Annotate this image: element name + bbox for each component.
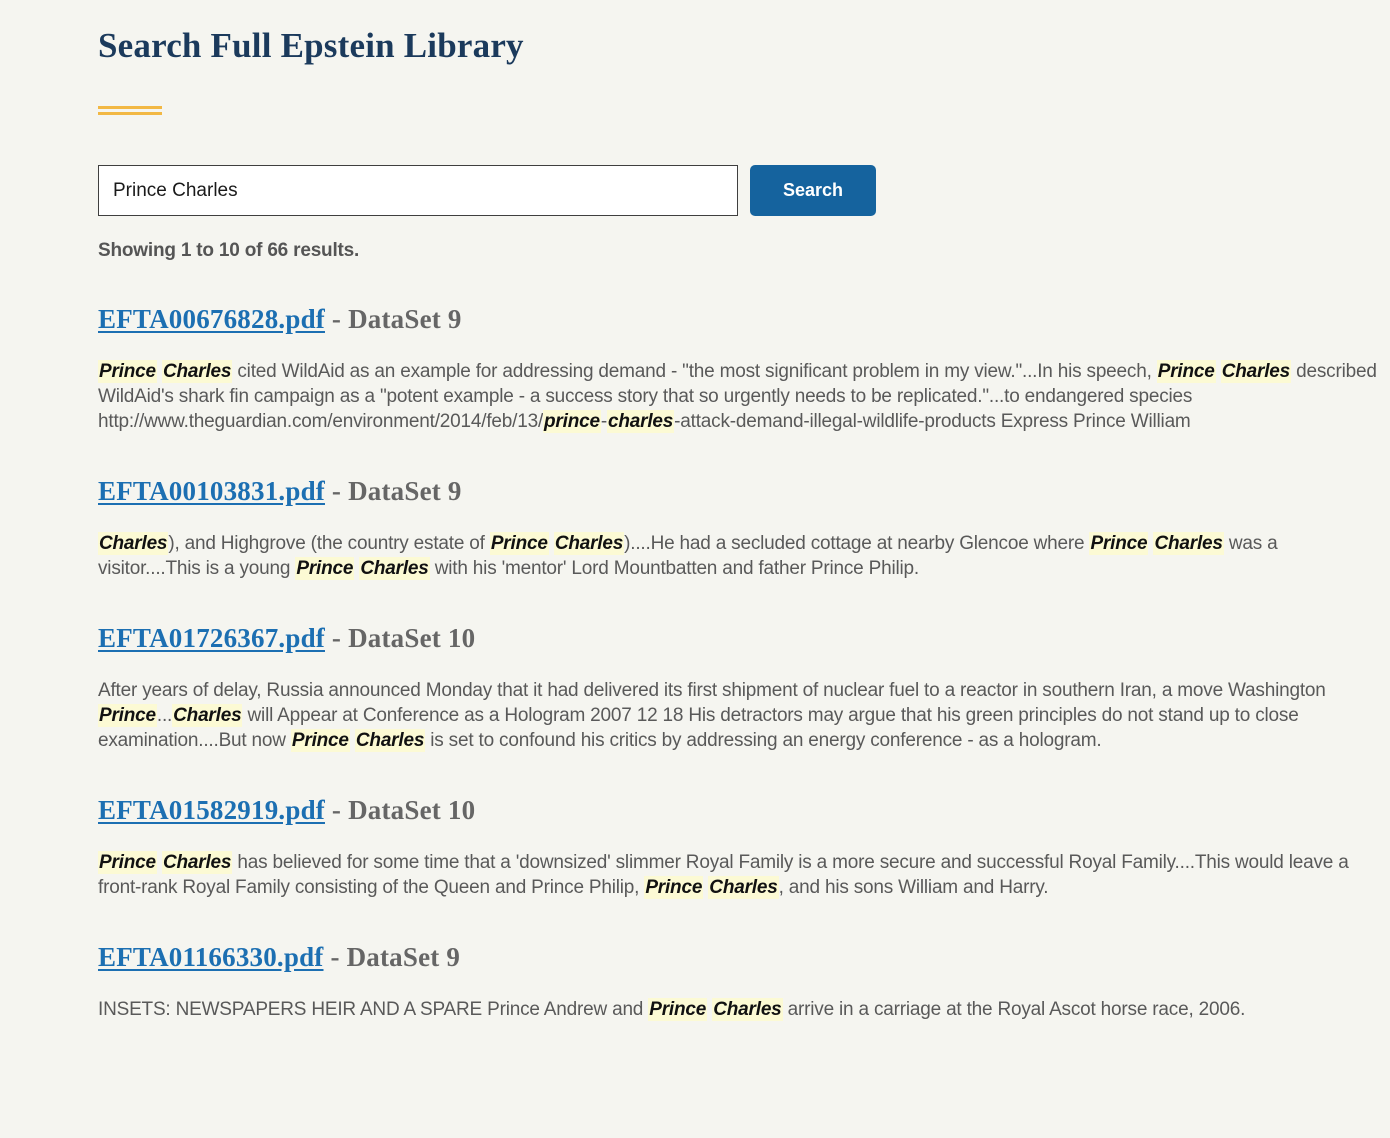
results-count-text: Showing 1 to 10 of 66 results. [98, 240, 1378, 262]
highlighted-search-term: Charles [162, 851, 232, 874]
search-form: Search [98, 165, 1378, 216]
highlighted-search-term: Charles [98, 532, 168, 555]
highlighted-search-term: Prince [98, 851, 157, 874]
result-pdf-link[interactable]: EFTA01582919.pdf [98, 795, 325, 825]
highlighted-search-term: Prince [490, 532, 549, 555]
result-item: EFTA01726367.pdf - DataSet 10 After years… [98, 623, 1378, 753]
highlighted-search-term: Prince [98, 360, 157, 383]
highlighted-search-term: Charles [172, 704, 242, 727]
gold-divider [98, 106, 162, 115]
result-item: EFTA01166330.pdf - DataSet 9 INSETS: NEWS… [98, 942, 1378, 1022]
search-input[interactable] [98, 165, 738, 216]
highlighted-search-term: Charles [554, 532, 624, 555]
highlighted-search-term: Prince [1157, 360, 1216, 383]
highlighted-search-term: Prince [98, 704, 157, 727]
result-pdf-link[interactable]: EFTA00676828.pdf [98, 304, 325, 334]
result-pdf-link[interactable]: EFTA01166330.pdf [98, 942, 324, 972]
result-snippet: After years of delay, Russia announced M… [98, 678, 1378, 753]
results-list: EFTA00676828.pdf - DataSet 9 Prince Charl… [98, 304, 1378, 1022]
result-snippet: INSETS: NEWSPAPERS HEIR AND A SPARE Prin… [98, 997, 1378, 1022]
highlighted-search-term: Charles [359, 557, 429, 580]
highlighted-search-term: Charles [1153, 532, 1223, 555]
highlighted-search-term: Prince [644, 876, 703, 899]
result-snippet: Charles), and Highgrove (the country est… [98, 531, 1378, 581]
page-title: Search Full Epstein Library [98, 26, 1378, 66]
result-dataset-label: - DataSet 10 [325, 623, 475, 653]
highlighted-search-term: Charles [712, 998, 782, 1021]
result-pdf-link[interactable]: EFTA01726367.pdf [98, 623, 325, 653]
result-dataset-label: - DataSet 9 [324, 942, 461, 972]
result-dataset-label: - DataSet 10 [325, 795, 475, 825]
result-snippet: Prince Charles has believed for some tim… [98, 850, 1378, 900]
result-heading: EFTA00103831.pdf - DataSet 9 [98, 476, 1378, 507]
result-item: EFTA00103831.pdf - DataSet 9 Charles), an… [98, 476, 1378, 581]
result-dataset-label: - DataSet 9 [325, 476, 462, 506]
highlighted-search-term: Prince [648, 998, 707, 1021]
highlighted-search-term: prince [543, 410, 601, 433]
highlighted-search-term: Prince [295, 557, 354, 580]
highlighted-search-term: Prince [1089, 532, 1148, 555]
highlighted-search-term: Charles [355, 729, 425, 752]
search-page: Search Full Epstein Library Search Showi… [0, 0, 1390, 1138]
result-heading: EFTA01582919.pdf - DataSet 10 [98, 795, 1378, 826]
result-heading: EFTA00676828.pdf - DataSet 9 [98, 304, 1378, 335]
result-dataset-label: - DataSet 9 [325, 304, 462, 334]
highlighted-search-term: Prince [291, 729, 350, 752]
highlighted-search-term: Charles [162, 360, 232, 383]
result-item: EFTA01582919.pdf - DataSet 10 Prince Char… [98, 795, 1378, 900]
result-pdf-link[interactable]: EFTA00103831.pdf [98, 476, 325, 506]
result-heading: EFTA01166330.pdf - DataSet 9 [98, 942, 1378, 973]
highlighted-search-term: Charles [1221, 360, 1291, 383]
result-item: EFTA00676828.pdf - DataSet 9 Prince Charl… [98, 304, 1378, 434]
result-heading: EFTA01726367.pdf - DataSet 10 [98, 623, 1378, 654]
result-snippet: Prince Charles cited WildAid as an examp… [98, 359, 1378, 434]
highlighted-search-term: charles [607, 410, 674, 433]
highlighted-search-term: Charles [708, 876, 778, 899]
search-button[interactable]: Search [750, 165, 876, 216]
